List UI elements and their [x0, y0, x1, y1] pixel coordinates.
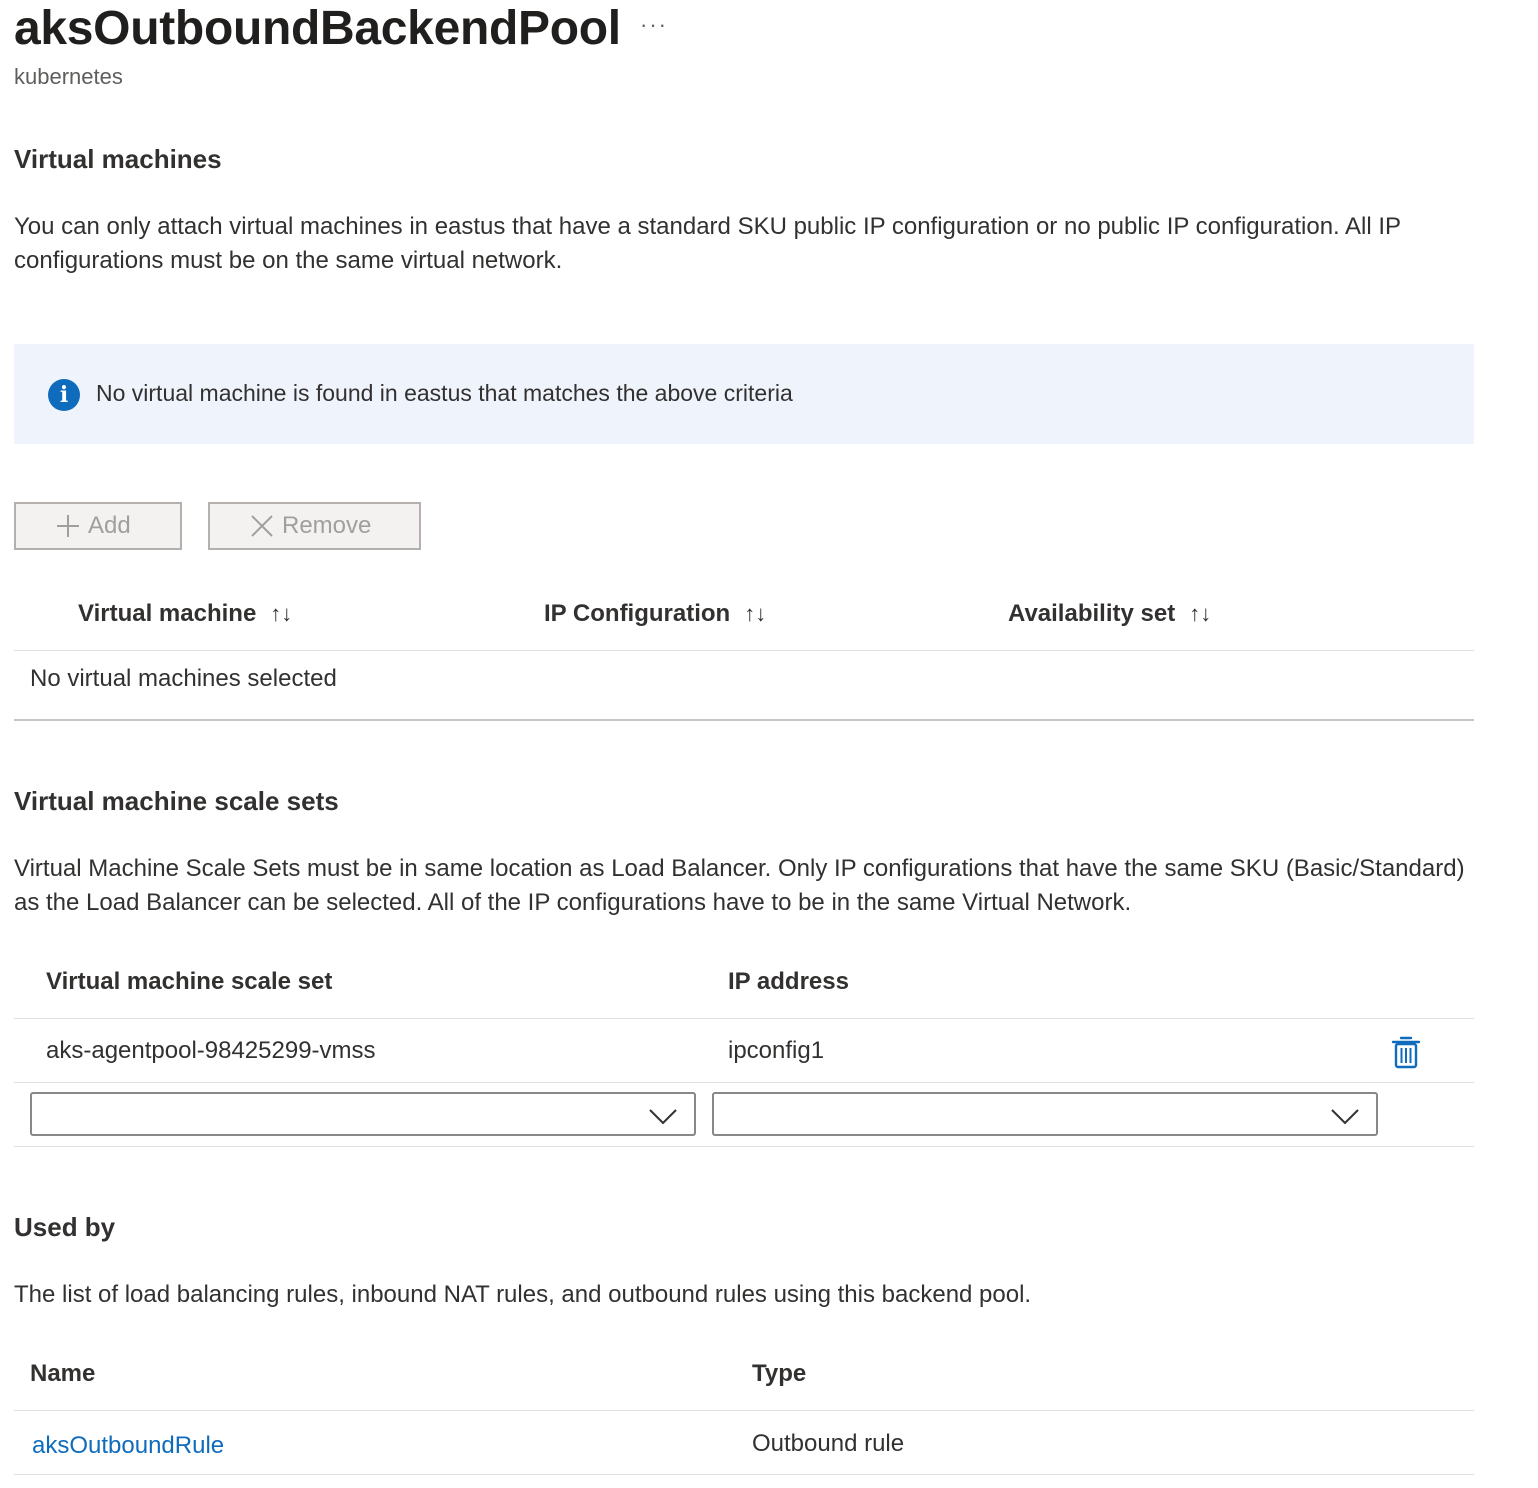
more-icon[interactable]: ··· — [640, 12, 668, 38]
vmss-row-ip: ipconfig1 — [728, 1037, 825, 1064]
column-header-availability-set[interactable]: Availability set ↑↓ — [1008, 600, 1211, 628]
remove-icon — [251, 515, 273, 537]
column-header-type: Type — [752, 1360, 807, 1387]
column-header-label: Virtual machine — [78, 600, 257, 627]
divider — [14, 1410, 1474, 1411]
remove-button-label: Remove — [282, 512, 372, 539]
chevron-down-icon — [1331, 1109, 1359, 1125]
add-button[interactable]: Add — [14, 502, 182, 550]
vm-empty-text: No virtual machines selected — [30, 665, 337, 692]
page-title: aksOutboundBackendPool — [14, 2, 621, 55]
rule-link[interactable]: aksOutboundRule — [32, 1432, 224, 1460]
sort-icon[interactable]: ↑↓ — [270, 601, 292, 626]
divider — [14, 1082, 1474, 1083]
sort-icon[interactable]: ↑↓ — [1189, 601, 1211, 626]
column-header-scale-set: Virtual machine scale set — [46, 968, 333, 995]
column-header-label: IP Configuration — [544, 600, 731, 627]
page-subtitle: kubernetes — [14, 64, 123, 89]
divider — [14, 650, 1474, 651]
add-icon — [57, 515, 79, 537]
vm-section-description: You can only attach virtual machines in … — [14, 213, 1401, 274]
trash-icon[interactable] — [1390, 1034, 1422, 1070]
sort-icon[interactable]: ↑↓ — [744, 601, 766, 626]
used-by-description: The list of load balancing rules, inboun… — [14, 1281, 1032, 1308]
column-header-virtual-machine[interactable]: Virtual machine ↑↓ — [78, 600, 292, 628]
column-header-ip-configuration[interactable]: IP Configuration ↑↓ — [544, 600, 766, 628]
vmss-section-heading: Virtual machine scale sets — [14, 786, 339, 816]
vmss-row-scale-set: aks-agentpool-98425299-vmss — [46, 1037, 376, 1064]
remove-button[interactable]: Remove — [208, 502, 421, 550]
vmss-section-description: Virtual Machine Scale Sets must be in sa… — [14, 855, 1465, 916]
vm-section-heading: Virtual machines — [14, 144, 222, 174]
rule-type: Outbound rule — [752, 1430, 905, 1457]
info-message: No virtual machine is found in eastus th… — [96, 380, 793, 406]
ip-address-dropdown[interactable] — [712, 1092, 1378, 1136]
column-header-ip-address: IP address — [728, 968, 849, 995]
info-icon: i — [48, 379, 80, 411]
scale-set-dropdown[interactable] — [30, 1092, 696, 1136]
used-by-heading: Used by — [14, 1212, 116, 1242]
divider — [14, 1018, 1474, 1019]
chevron-down-icon — [649, 1109, 677, 1125]
column-header-name: Name — [30, 1360, 96, 1387]
divider — [14, 1146, 1474, 1147]
divider — [14, 719, 1474, 721]
column-header-label: Availability set — [1008, 600, 1176, 627]
add-button-label: Add — [88, 512, 131, 539]
divider — [14, 1474, 1474, 1475]
